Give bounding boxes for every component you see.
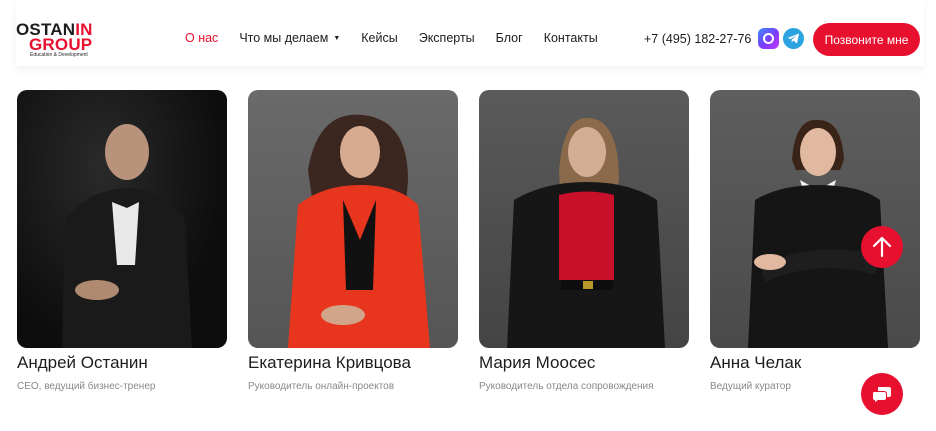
person-silhouette: [62, 124, 192, 348]
team-photo: [479, 90, 689, 348]
team-member-role: Руководитель отдела сопровождения: [479, 381, 654, 392]
team-photo: [17, 90, 227, 348]
site-header: OSTANIN GROUP Education & Development О …: [16, 0, 924, 66]
nav-item-experts[interactable]: Эксперты: [419, 31, 475, 45]
team-member-role: CEO, ведущий бизнес-тренер: [17, 381, 156, 392]
team-member-name: Екатерина Кривцова: [248, 353, 411, 372]
nav-item-cases[interactable]: Кейсы: [361, 31, 397, 45]
caret-down-icon: ▼: [333, 35, 341, 43]
team-photo: [710, 90, 920, 348]
team-card[interactable]: Анна Челак Ведущий куратор: [710, 90, 920, 392]
max-messenger-icon[interactable]: [758, 28, 779, 49]
person-silhouette: [507, 117, 665, 348]
telegram-icon[interactable]: [783, 28, 804, 49]
team-member-role: Руководитель онлайн-проектов: [248, 381, 395, 392]
nav-item-services-label: Что мы делаем: [239, 31, 329, 45]
phone-link[interactable]: +7 (495) 182-27-76: [644, 32, 751, 46]
team-member-name: Мария Моосес: [479, 353, 596, 372]
chat-icon: [873, 387, 891, 402]
arrow-up-icon: [872, 236, 892, 258]
team-member-role: Ведущий куратор: [710, 381, 791, 392]
scroll-to-top-button[interactable]: [861, 226, 903, 268]
nav-item-contacts[interactable]: Контакты: [544, 31, 598, 45]
chat-button[interactable]: [861, 373, 903, 415]
team-member-name: Андрей Останин: [17, 353, 148, 372]
nav-item-about[interactable]: О нас: [185, 31, 218, 45]
nav-item-services[interactable]: Что мы делаем ▼: [239, 31, 340, 45]
person-silhouette: [288, 114, 430, 348]
nav-item-blog[interactable]: Блог: [496, 31, 523, 45]
telegram-plane-icon: [787, 33, 799, 44]
team-card[interactable]: Мария Моосес Руководитель отдела сопрово…: [479, 90, 689, 392]
person-silhouette: [748, 119, 888, 348]
team-card[interactable]: Екатерина Кривцова Руководитель онлайн-п…: [248, 90, 458, 392]
team-card[interactable]: Андрей Останин CEO, ведущий бизнес-трене…: [17, 90, 227, 392]
team-photo: [248, 90, 458, 348]
team-member-name: Анна Челак: [710, 353, 802, 372]
logo[interactable]: OSTANIN GROUP Education & Development: [16, 21, 104, 62]
call-me-button[interactable]: Позвоните мне: [813, 23, 920, 56]
main-nav: О нас Что мы делаем ▼ Кейсы Эксперты Блог…: [185, 31, 619, 45]
